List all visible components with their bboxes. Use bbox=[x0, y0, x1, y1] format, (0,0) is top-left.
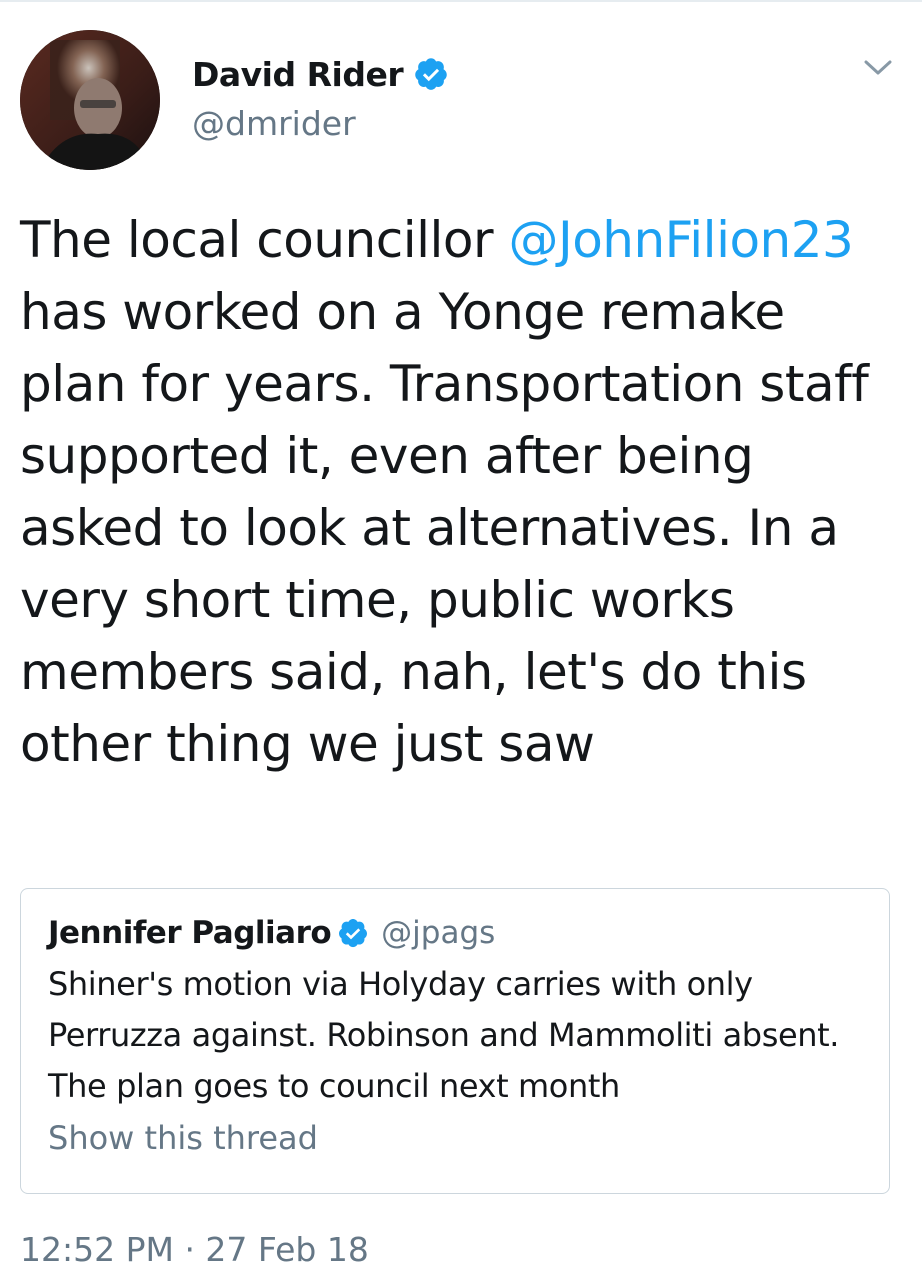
show-thread-link[interactable]: Show this thread bbox=[48, 1119, 318, 1157]
author-avatar[interactable] bbox=[20, 30, 160, 170]
verified-badge-icon bbox=[337, 917, 369, 949]
quoted-author-name: Jennifer Pagliaro bbox=[48, 915, 332, 951]
tweet-timestamp[interactable]: 12:52 PM · 27 Feb 18 bbox=[20, 1230, 369, 1269]
quoted-tweet-card[interactable]: Jennifer Pagliaro @jpags Shiner's motion… bbox=[20, 888, 890, 1194]
mention-link[interactable]: @JohnFilion23 bbox=[508, 211, 853, 269]
author-display-name[interactable]: David Rider bbox=[192, 55, 404, 94]
quoted-tweet-text: Shiner's motion via Holyday carries with… bbox=[48, 965, 840, 1105]
verified-badge-icon bbox=[413, 56, 449, 92]
chevron-down-icon[interactable] bbox=[860, 52, 896, 82]
quoted-tweet-header: Jennifer Pagliaro @jpags bbox=[48, 911, 495, 955]
author-name-row[interactable]: David Rider bbox=[192, 54, 449, 94]
author-handle[interactable]: @dmrider bbox=[192, 104, 356, 143]
quoted-author-handle: @jpags bbox=[381, 915, 496, 951]
tweet-text-after: has worked on a Yonge remake plan for ye… bbox=[20, 283, 869, 773]
top-divider bbox=[0, 0, 922, 2]
tweet-text-before: The local councillor bbox=[20, 211, 509, 269]
tweet-text: The local councillor @JohnFilion23 has w… bbox=[20, 204, 900, 780]
